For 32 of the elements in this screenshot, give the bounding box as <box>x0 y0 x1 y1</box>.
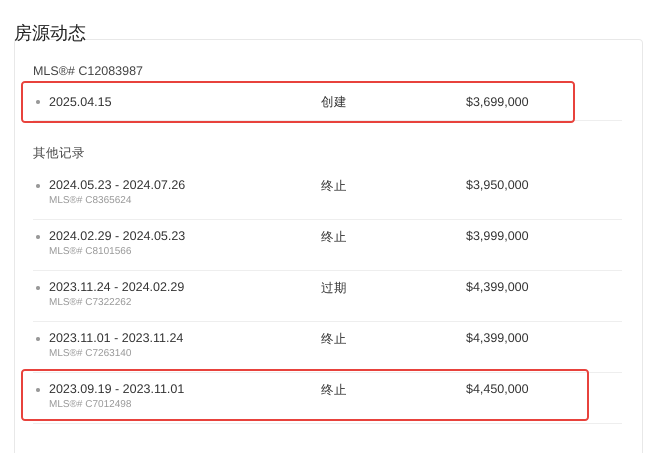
status-text: 终止 <box>321 229 348 246</box>
section-label: 其他记录 <box>33 145 86 162</box>
bullet-icon <box>36 235 40 239</box>
bullet-icon <box>36 184 40 188</box>
status-text: 终止 <box>321 382 348 399</box>
price-text: $3,699,000 <box>466 95 529 109</box>
date-range: 2025.04.15 <box>49 95 112 109</box>
bullet-icon <box>36 100 40 104</box>
mls-number: MLS®# C8101566 <box>49 246 132 257</box>
price-text: $3,999,000 <box>466 229 529 245</box>
mls-number: MLS®# C7012498 <box>49 399 132 410</box>
date-range: 2024.05.23 - 2024.07.26 <box>49 178 186 192</box>
bullet-icon <box>36 286 40 290</box>
price-text: $4,450,000 <box>466 382 529 398</box>
price-text: $4,399,000 <box>466 331 529 347</box>
date-range: 2024.02.29 - 2024.05.23 <box>49 229 186 243</box>
mls-number: MLS®# C12083987 <box>33 64 144 80</box>
date-range: 2023.11.01 - 2023.11.24 <box>49 331 184 345</box>
status-text: 终止 <box>321 178 348 195</box>
mls-number: MLS®# C7322262 <box>49 297 132 308</box>
bullet-icon <box>36 337 40 341</box>
status-text: 终止 <box>321 331 348 348</box>
status-text: 过期 <box>321 280 348 297</box>
status-text: 创建 <box>321 94 348 110</box>
mls-number: MLS®# C7263140 <box>49 348 132 359</box>
date-range: 2023.11.24 - 2024.02.29 <box>49 280 184 294</box>
price-text: $4,399,000 <box>466 280 529 296</box>
mls-number: MLS®# C8365624 <box>49 195 132 206</box>
bullet-icon <box>36 388 40 392</box>
date-range: 2023.09.19 - 2023.11.01 <box>49 382 184 396</box>
section-title: 房源动态 <box>14 22 87 39</box>
price-text: $3,950,000 <box>466 178 529 194</box>
